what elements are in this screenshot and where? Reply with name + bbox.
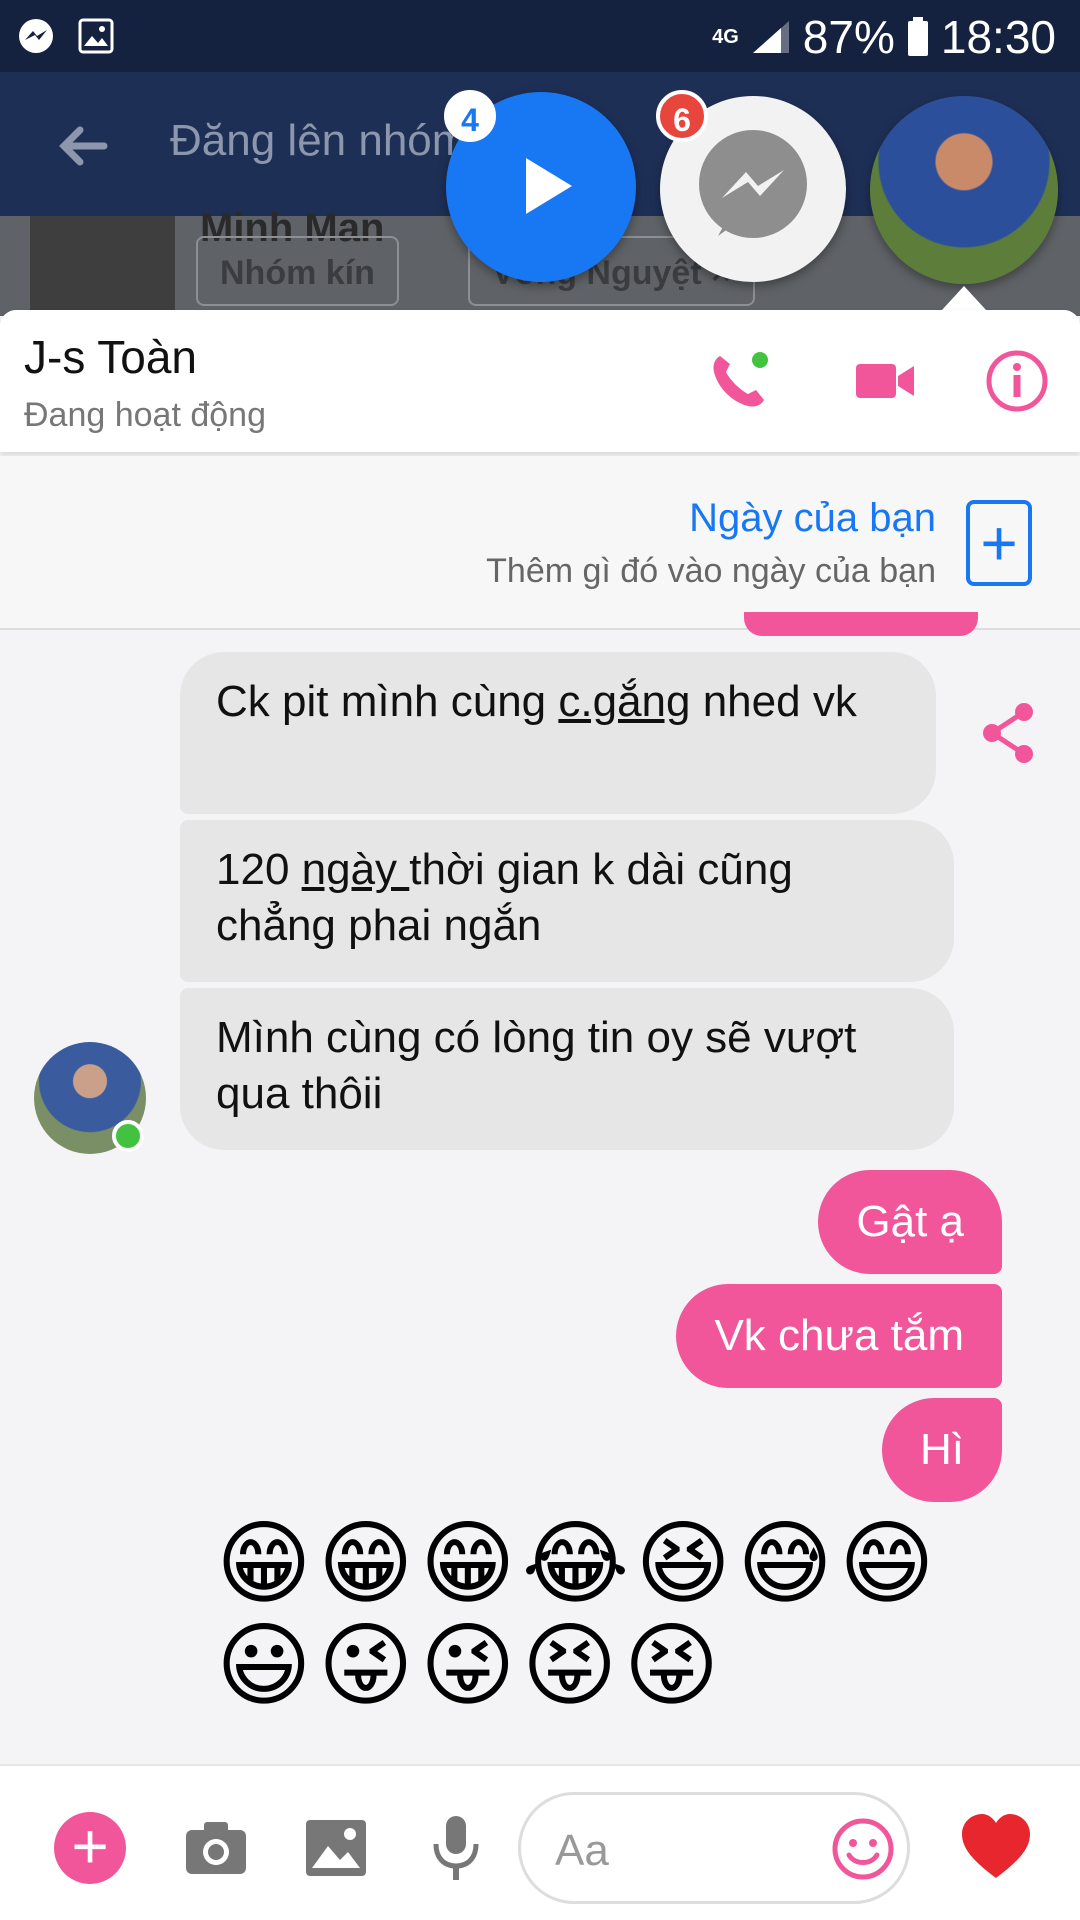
message-input[interactable] — [555, 1823, 795, 1879]
previous-outgoing-message-fragment — [744, 612, 978, 636]
play-icon — [526, 158, 572, 214]
video-head-badge: 4 — [444, 90, 496, 142]
online-indicator — [112, 1120, 144, 1152]
more-actions-button[interactable]: + — [54, 1812, 126, 1884]
gallery-notification-icon — [78, 18, 114, 54]
your-day-banner[interactable]: Ngày của bạn Thêm gì đó vào ngày của bạn… — [0, 456, 1080, 630]
your-day-subtitle: Thêm gì đó vào ngày của bạn — [486, 552, 936, 590]
contact-chat-head-avatar[interactable] — [870, 96, 1058, 284]
message-text: Ck pit mình cùng — [216, 677, 559, 726]
microphone-icon[interactable] — [420, 1812, 492, 1884]
outgoing-message[interactable]: Gật ạ — [818, 1170, 1002, 1274]
share-icon[interactable] — [978, 700, 1038, 766]
messenger-head-badge: 6 — [656, 90, 708, 142]
incoming-message[interactable]: 120 ngày thời gian k dài cũng chẳng phai… — [180, 820, 954, 982]
clock: 18:30 — [940, 11, 1056, 63]
outgoing-message[interactable]: Vk chưa tắm — [676, 1284, 1002, 1388]
info-icon[interactable] — [984, 348, 1050, 414]
message-text: 120 — [216, 845, 302, 894]
group-privacy-tag: Nhóm kín — [196, 236, 399, 306]
gallery-icon[interactable] — [300, 1812, 372, 1884]
back-arrow-icon[interactable] — [52, 116, 112, 176]
message-text-underlined: ngày — [301, 845, 410, 894]
incoming-emoji-message[interactable]: 😁😁😁😂😆😅😄 — [216, 1514, 941, 1614]
battery-percent: 87% — [802, 11, 895, 63]
contact-name[interactable]: J-s Toàn — [24, 330, 197, 384]
signal-icon — [752, 21, 789, 53]
heart-like-icon[interactable] — [958, 1810, 1034, 1886]
group-thumbnail — [30, 216, 175, 311]
chat-header: J-s Toàn Đang hoạt động — [0, 310, 1080, 452]
your-day-title[interactable]: Ngày của bạn — [689, 496, 936, 541]
incoming-message[interactable]: Mình cùng có lòng tin oy sẽ vượt qua thô… — [180, 988, 954, 1150]
chat-head-pointer — [942, 286, 986, 310]
message-composer: + — [0, 1764, 1080, 1920]
camera-icon[interactable] — [180, 1812, 252, 1884]
message-input-field[interactable] — [518, 1792, 910, 1904]
messenger-notification-icon — [19, 19, 53, 53]
incoming-emoji-message[interactable]: 😃😜😜😝😝 — [216, 1616, 726, 1716]
voice-call-icon[interactable] — [706, 348, 772, 414]
outgoing-message[interactable]: Hì — [882, 1398, 1002, 1502]
add-to-day-button[interactable]: + — [966, 500, 1032, 586]
message-text: nhed vk — [690, 677, 857, 726]
video-call-icon[interactable] — [852, 348, 918, 414]
contact-status: Đang hoạt động — [24, 396, 266, 434]
emoji-icon[interactable] — [829, 1815, 897, 1883]
battery-icon — [907, 17, 928, 56]
message-text-underlined: c.gắng — [558, 677, 691, 726]
network-type: 4G — [712, 26, 739, 48]
incoming-message[interactable]: Ck pit mình cùng c.gắng nhed vk — [180, 652, 936, 814]
background-app-title: Đăng lên nhóm — [170, 116, 469, 165]
status-bar: 4G 87% 18:30 — [0, 0, 1080, 72]
